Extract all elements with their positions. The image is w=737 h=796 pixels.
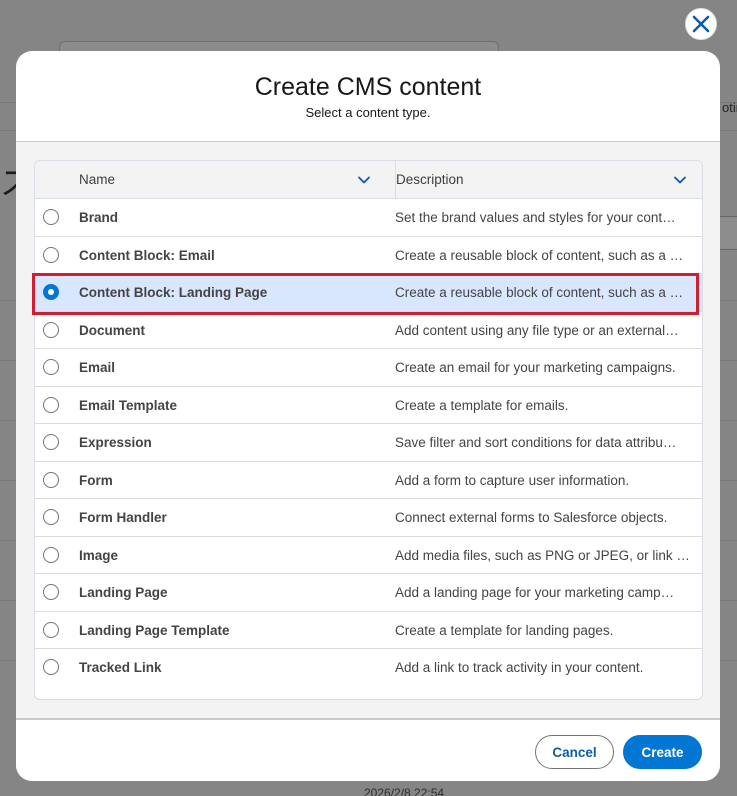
modal-footer: Cancel Create	[16, 718, 720, 781]
row-description: Create a template for landing pages.	[395, 622, 614, 638]
row-description: Create a template for emails.	[395, 397, 569, 413]
table-row[interactable]: Landing Page Template Create a template …	[35, 612, 702, 649]
row-radio[interactable]	[43, 246, 59, 263]
row-description: Create a reusable block of content, such…	[395, 247, 684, 263]
chevron-down-icon[interactable]	[673, 173, 687, 187]
row-name: Email Template	[79, 397, 178, 413]
column-header-description[interactable]: Description	[395, 161, 696, 198]
table-row[interactable]: Expression Save filter and sort conditio…	[35, 424, 702, 462]
row-name: Tracked Link	[79, 660, 162, 675]
table-row[interactable]: Form Add a form to capture user informat…	[35, 462, 702, 499]
row-description: Add a landing page for your marketing ca…	[395, 585, 675, 600]
row-name: Landing Page	[79, 585, 168, 600]
modal-body: Name Description Brand Set the brand val…	[16, 142, 720, 718]
row-radio[interactable]	[43, 659, 59, 675]
row-radio[interactable]	[43, 209, 59, 225]
create-button[interactable]: Create	[623, 735, 702, 769]
table-row[interactable]: Tracked Link Add a link to track activit…	[35, 649, 702, 687]
row-radio[interactable]	[43, 471, 59, 488]
row-name: Document	[79, 322, 146, 338]
close-icon	[692, 15, 710, 33]
create-cms-content-modal: Create CMS content Select a content type…	[16, 51, 720, 781]
row-name: Expression	[79, 435, 152, 450]
close-button[interactable]	[685, 8, 717, 40]
row-radio[interactable]	[43, 434, 59, 450]
modal-header: Create CMS content Select a content type…	[16, 51, 720, 142]
table-row[interactable]: Content Block: Email Create a reusable b…	[35, 237, 702, 274]
table-row[interactable]: Form Handler Connect external forms to S…	[35, 499, 702, 537]
row-radio[interactable]	[43, 509, 59, 525]
row-description: Save filter and sort conditions for data…	[395, 435, 677, 450]
column-header-name[interactable]: Name	[79, 161, 379, 198]
column-header-label: Description	[396, 172, 464, 187]
chevron-down-icon[interactable]	[357, 173, 371, 187]
row-description: Add content using any file type or an ex…	[395, 322, 679, 338]
row-radio[interactable]	[43, 546, 59, 563]
row-description: Connect external forms to Salesforce obj…	[395, 510, 668, 525]
column-header-label: Name	[79, 172, 116, 187]
modal-title: Create CMS content	[254, 73, 482, 101]
row-radio[interactable]	[43, 584, 59, 600]
table-row[interactable]: Brand Set the brand values and styles fo…	[35, 199, 702, 237]
row-radio[interactable]	[43, 396, 59, 413]
row-description: Add a form to capture user information.	[395, 472, 630, 488]
row-radio[interactable]	[43, 621, 59, 638]
row-description: Create a reusable block of content, such…	[395, 285, 684, 300]
row-description: Add media files, such as PNG or JPEG, or…	[395, 547, 690, 563]
row-name: Landing Page Template	[79, 622, 230, 638]
row-description: Set the brand values and styles for your…	[395, 210, 676, 225]
content-type-table: Name Description Brand Set the brand val…	[34, 160, 703, 700]
row-name: Form	[79, 472, 113, 488]
row-description: Add a link to track activity in your con…	[395, 660, 644, 675]
table-row[interactable]: Image Add media files, such as PNG or JP…	[35, 537, 702, 574]
table-header: Name Description	[35, 161, 702, 199]
row-name: Brand	[79, 210, 119, 225]
table-row[interactable]: Email Template Create a template for ema…	[35, 387, 702, 424]
row-name: Image	[79, 547, 119, 563]
modal-subtitle: Select a content type.	[305, 105, 431, 120]
cancel-button[interactable]: Cancel	[535, 735, 614, 769]
row-name: Form Handler	[79, 510, 167, 525]
table-row[interactable]: Email Create an email for your marketing…	[35, 349, 702, 387]
table-row[interactable]: Document Add content using any file type…	[35, 312, 702, 349]
row-name: Content Block: Landing Page	[79, 285, 268, 300]
row-radio[interactable]	[43, 359, 59, 375]
row-name: Content Block: Email	[79, 247, 215, 263]
table-row[interactable]: Landing Page Add a landing page for your…	[35, 574, 702, 612]
table-body: Brand Set the brand values and styles fo…	[35, 199, 702, 687]
row-description: Create an email for your marketing campa…	[395, 360, 676, 375]
row-radio-checked[interactable]	[43, 284, 59, 300]
row-name: Email	[79, 360, 116, 375]
row-radio[interactable]	[43, 321, 59, 338]
table-row-selected[interactable]: Content Block: Landing Page Create a reu…	[35, 274, 702, 312]
